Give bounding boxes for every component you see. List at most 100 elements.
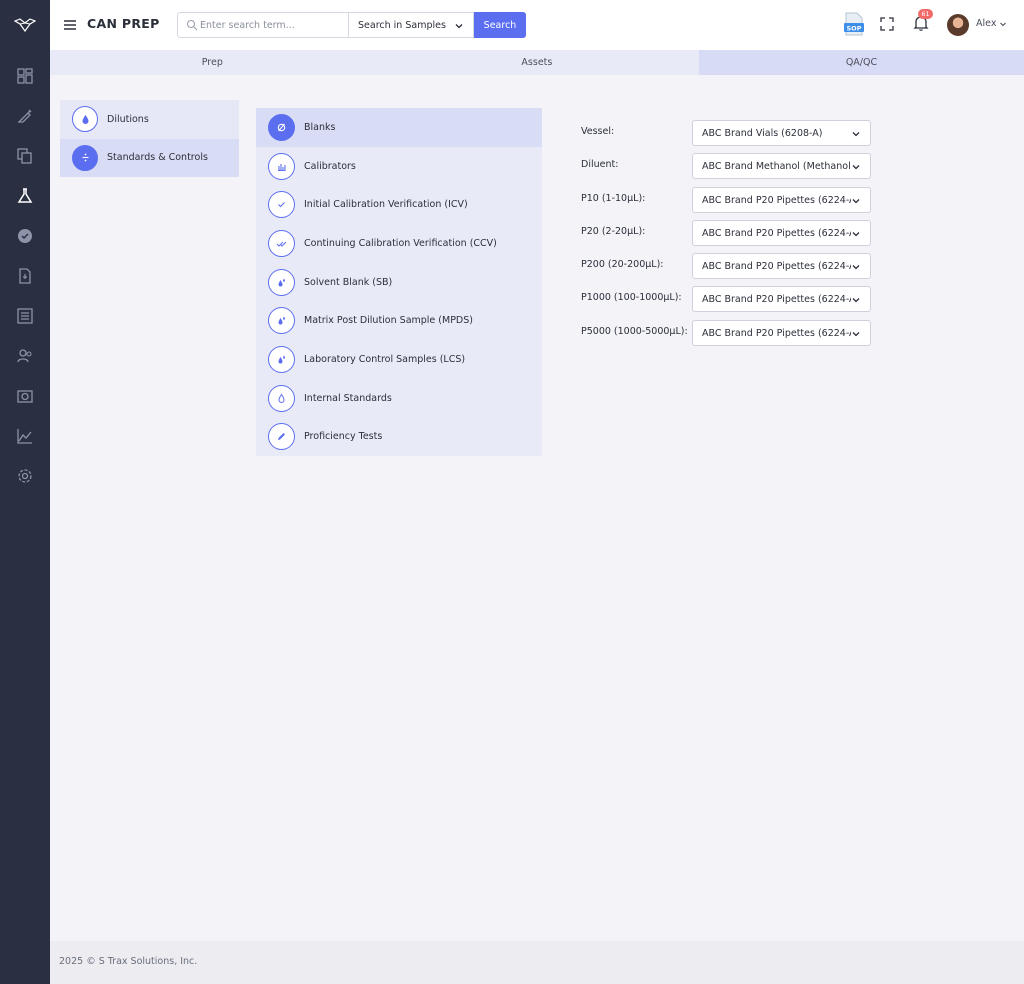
tab-prep[interactable]: Prep [50,50,375,75]
check-icon [268,191,295,219]
dashboard-icon[interactable] [15,66,35,86]
sop-document-icon[interactable]: SOP [843,12,865,36]
list-item-label: Internal Standards [304,392,392,404]
search-icon [186,19,198,31]
list-item-label: Laboratory Control Samples (LCS) [304,353,466,365]
chevron-down-icon [852,165,860,170]
chevron-down-icon[interactable] [999,20,1007,28]
list-item-icv[interactable]: Initial Calibration Verification (ICV) [256,185,542,224]
list-item-label: Proficiency Tests [304,431,383,443]
drop-outline-icon [268,384,295,412]
select-value: ABC Brand P20 Pipettes (6224-A [702,194,851,206]
users-icon[interactable] [15,346,35,366]
list-item-label: Matrix Post Dilution Sample (MPDS) [304,315,473,327]
field-label: Diluent: [581,159,619,171]
form-row-p1000: P1000 (100-1000μL): ABC Brand P20 Pipett… [581,286,881,319]
chevron-down-icon [852,265,860,270]
search-input[interactable] [200,16,344,34]
list-item-blanks[interactable]: Blanks [256,108,542,147]
list-item-label: Calibrators [304,160,356,172]
sop-label: SOP [847,24,862,32]
form-row-p5000: P5000 (1000-5000μL): ABC Brand P20 Pipet… [581,319,881,353]
flask-icon[interactable] [15,186,35,206]
p200-pipette-select[interactable]: ABC Brand P20 Pipettes (6224-A [692,253,871,280]
p20-pipette-select[interactable]: ABC Brand P20 Pipettes (6224-A [692,219,871,246]
app-title: CAN PREP [87,16,160,31]
list-item-lcs[interactable]: Laboratory Control Samples (LCS) [256,340,542,379]
area-chart-icon[interactable] [15,426,35,446]
drops-icon [268,345,295,373]
chevron-down-icon [852,298,860,303]
form-row-p10: P10 (1-10μL): ABC Brand P20 Pipettes (62… [581,186,881,220]
p10-pipette-select[interactable]: ABC Brand P20 Pipettes (6224-A [692,186,871,213]
list-item-solvent-blank[interactable]: Solvent Blank (SB) [256,263,542,302]
select-value: ABC Brand P20 Pipettes (6224-A [702,294,851,306]
category-label: Dilutions [107,113,149,125]
fullscreen-icon[interactable] [880,16,894,31]
p5000-pipette-select[interactable]: ABC Brand P20 Pipettes (6224-A [692,319,871,346]
field-label: P20 (2-20μL): [581,225,646,237]
avatar[interactable] [947,14,969,36]
category-nav: Dilutions Standards & Controls [60,100,239,177]
pipette-icon[interactable] [15,106,35,126]
empty-set-icon [268,113,295,141]
camera-icon[interactable] [15,386,35,406]
notification-badge: 61 [918,9,933,19]
field-label: P1000 (100-1000μL): [581,292,682,304]
category-dilutions[interactable]: Dilutions [60,100,239,139]
list-item-internal-standards[interactable]: Internal Standards [256,379,542,418]
settings-icon[interactable] [15,466,35,486]
chevron-down-icon [852,231,860,237]
search-scope-value: Search in Samples [358,20,446,31]
app-logo[interactable] [0,0,50,50]
search-button[interactable]: Search [474,12,526,38]
list-icon[interactable] [15,306,35,326]
list-item-label: Continuing Calibration Verification (CCV… [304,237,497,249]
qc-type-list: Blanks Calibrators Initial Calibration V… [256,108,542,457]
field-label: P200 (20-200μL): [581,259,664,271]
main-tabs: Prep Assets QA/QC [50,50,1024,75]
divide-icon [72,144,98,171]
tab-assets[interactable]: Assets [375,50,700,75]
p1000-pipette-select[interactable]: ABC Brand P20 Pipettes (6224-A [692,286,871,313]
select-value: ABC Brand P20 Pipettes (6224-A [702,261,851,273]
document-icon[interactable] [15,266,35,286]
form-row-vessel: Vessel: ABC Brand Vials (6208-A) [581,120,881,153]
logo-icon [14,18,36,32]
pencil-icon [268,423,295,451]
equipment-form: Vessel: ABC Brand Vials (6208-A) Diluent… [581,120,881,353]
menu-toggle-icon[interactable] [63,17,77,31]
select-value: ABC Brand P20 Pipettes (6224-A [702,227,851,239]
chevron-down-icon [455,24,463,29]
field-label: P5000 (1000-5000μL): [581,325,688,337]
list-item-ccv[interactable]: Continuing Calibration Verification (CCV… [256,224,542,263]
copy-icon[interactable] [15,146,35,166]
chevron-down-icon [852,198,860,204]
field-label: Vessel: [581,126,615,137]
user-name[interactable]: Alex [976,18,996,29]
select-value: ABC Brand Methanol (Methanol- [702,161,851,173]
list-item-mpds[interactable]: Matrix Post Dilution Sample (MPDS) [256,301,542,340]
category-standards-controls[interactable]: Standards & Controls [60,138,239,177]
diluent-select[interactable]: ABC Brand Methanol (Methanol- [692,153,871,180]
list-item-calibrators[interactable]: Calibrators [256,147,542,186]
list-item-proficiency-tests[interactable]: Proficiency Tests [256,418,542,457]
category-label: Standards & Controls [107,152,208,164]
verified-badge-icon[interactable] [15,226,35,246]
double-check-icon [268,229,295,257]
select-value: ABC Brand Vials (6208-A) [702,128,823,139]
form-row-p200: P200 (20-200μL): ABC Brand P20 Pipettes … [581,253,881,286]
tab-qa-qc[interactable]: QA/QC [699,50,1024,75]
footer: 2025 © S Trax Solutions, Inc. [50,941,1024,984]
sidebar [0,0,50,984]
field-label: P10 (1-10μL): [581,192,646,204]
drop-icon [72,106,98,133]
chevron-down-icon [852,132,860,137]
drops-icon [268,268,295,296]
search-scope-select[interactable]: Search in Samples [348,12,474,38]
vessel-select[interactable]: ABC Brand Vials (6208-A) [692,120,871,146]
search-box [177,12,349,38]
drops-icon [268,307,295,335]
select-value: ABC Brand P20 Pipettes (6224-A [702,327,851,339]
top-bar: CAN PREP Search in Samples Search SOP 61… [50,0,1024,50]
